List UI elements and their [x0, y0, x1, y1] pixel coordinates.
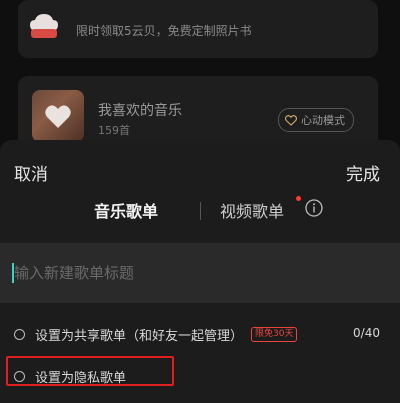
- free-limited-badge: 限免30天: [251, 327, 298, 342]
- create-playlist-sheet: 取消 完成 音乐歌单 视频歌单 设置为共享歌单（和好友一起管理） 限免30天 0…: [0, 140, 400, 403]
- notification-dot: [296, 196, 301, 201]
- playlist-cover: [32, 90, 84, 142]
- heart-icon: [45, 105, 71, 128]
- playlist-type-tabs: 音乐歌单 视频歌单: [0, 196, 400, 228]
- title-char-counter: 0/40: [353, 326, 380, 340]
- shared-playlist-option[interactable]: 设置为共享歌单（和好友一起管理） 限免30天: [14, 325, 298, 344]
- background-content: 限时领取5云贝，免费定制照片书 我喜欢的音乐 159首 心动模式: [0, 0, 400, 156]
- playlist-title-input[interactable]: [12, 257, 376, 289]
- cancel-button[interactable]: 取消: [14, 160, 48, 185]
- shared-option-label: 设置为共享歌单（和好友一起管理）: [35, 329, 244, 344]
- promo-card[interactable]: 限时领取5云贝，免费定制照片书: [18, 0, 378, 58]
- tab-video-playlist[interactable]: 视频歌单: [220, 198, 284, 222]
- heartbeat-mode-label: 心动模式: [301, 114, 345, 127]
- info-icon[interactable]: [305, 199, 323, 217]
- promo-text: 限时领取5云贝，免费定制照片书: [76, 24, 252, 38]
- heartbeat-mode-button[interactable]: 心动模式: [278, 108, 354, 132]
- tab-music-playlist[interactable]: 音乐歌单: [94, 198, 158, 222]
- playlist-count: 159首: [98, 124, 130, 137]
- shared-radio[interactable]: [14, 329, 25, 340]
- playlist-title: 我喜欢的音乐: [98, 103, 182, 119]
- highlight-box: [6, 356, 174, 386]
- heart-outline-icon: [285, 114, 297, 126]
- done-button[interactable]: 完成: [346, 160, 380, 185]
- cloud-badge-icon: [30, 14, 58, 38]
- tab-divider: [200, 202, 201, 220]
- playlist-title-field: [0, 243, 400, 303]
